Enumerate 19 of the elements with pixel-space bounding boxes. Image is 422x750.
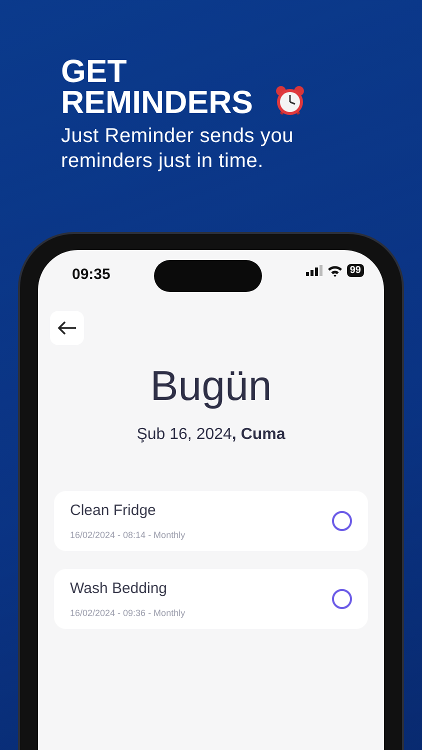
date-text: Şub 16, 2024, Cuma <box>136 425 286 446</box>
complete-checkbox[interactable] <box>332 511 352 532</box>
battery-level: 99 <box>346 264 364 277</box>
alarm-clock-icon <box>273 84 307 118</box>
headline-title: GET REMINDERS <box>61 56 254 118</box>
reminder-card[interactable]: Clean Fridge 16/02/2024 - 08:14 - Monthly <box>54 491 368 552</box>
reminder-title: Clean Fridge <box>70 501 157 522</box>
back-button[interactable] <box>50 311 84 345</box>
screen-title: Bugün <box>149 363 273 410</box>
reminder-details: 16/02/2024 - 09:36 - Monthly <box>70 606 186 620</box>
wifi-icon <box>326 264 343 276</box>
reminder-card[interactable]: Wash Bedding 16/02/2024 - 09:36 - Monthly <box>54 569 368 630</box>
status-time: 09:35 <box>72 265 110 285</box>
reminder-details: 16/02/2024 - 08:14 - Monthly <box>70 528 186 542</box>
reminder-title: Wash Bedding <box>70 579 168 600</box>
back-arrow-icon <box>57 321 77 335</box>
signal-icon <box>306 265 323 276</box>
headline-subtitle: Just Reminder sends you reminders just in time. <box>61 124 295 174</box>
complete-checkbox[interactable] <box>332 589 352 610</box>
